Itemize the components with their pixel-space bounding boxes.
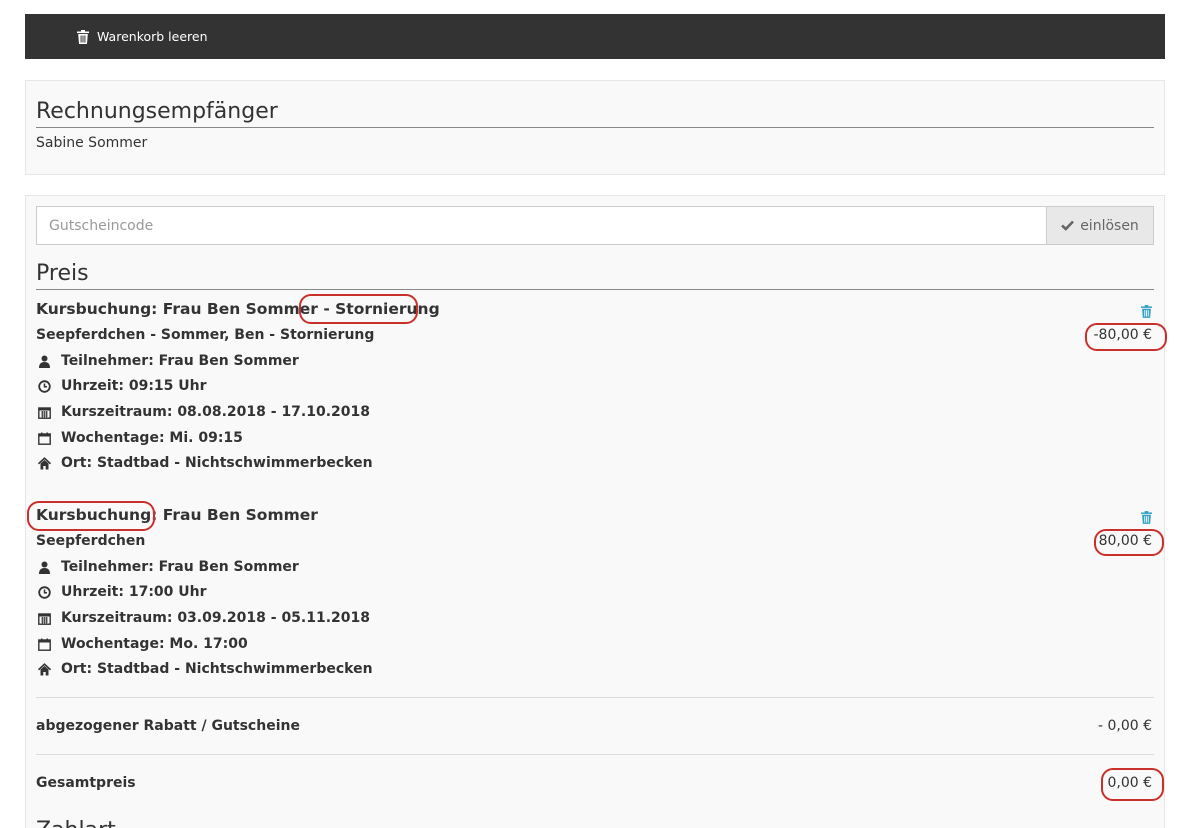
clear-cart-label: Warenkorb leeren [97, 29, 208, 44]
item-title: Kursbuchung: Frau Ben Sommer [36, 506, 318, 524]
recipient-title: Rechnungsempfänger [36, 98, 1154, 128]
item-subtitle: Seepferdchen [36, 533, 146, 549]
calendar-icon [38, 612, 51, 625]
clear-cart-button[interactable]: Warenkorb leeren [77, 29, 208, 44]
redeem-button[interactable]: einlösen [1046, 206, 1154, 245]
price-title: Preis [36, 260, 1154, 290]
trash-icon[interactable] [1141, 305, 1152, 318]
discount-label: abgezogener Rabatt / Gutscheine [36, 718, 300, 734]
item-subtitle: Seepferdchen - Sommer, Ben - Stornierung [36, 327, 375, 343]
recipient-name: Sabine Sommer [36, 135, 148, 151]
item-amount: 80,00 € [1098, 533, 1152, 549]
clock-icon [38, 379, 51, 393]
item-title-main: Kursbuchung: Frau Ben Sommer [36, 506, 318, 524]
item-period: Kurszeitraum: 03.09.2018 - 05.11.2018 [36, 610, 370, 626]
total-label: Gesamtpreis [36, 775, 136, 791]
calendar-icon [38, 406, 51, 419]
price-panel: einlösen Preis Kursbuchung: Frau Ben Som… [25, 195, 1165, 828]
item-location: Ort: Stadtbad - Nichtschwimmerbecken [36, 455, 373, 471]
item-period: Kurszeitraum: 08.08.2018 - 17.10.2018 [36, 404, 370, 420]
item-participant: Teilnehmer: Frau Ben Sommer [36, 559, 299, 575]
total-value: 0,00 € [1107, 775, 1152, 791]
calendar-empty-icon [38, 432, 51, 445]
home-icon [38, 662, 51, 675]
top-toolbar: Warenkorb leeren [25, 14, 1165, 59]
check-icon [1061, 220, 1075, 231]
item-participant: Teilnehmer: Frau Ben Sommer [36, 353, 299, 369]
trash-icon [77, 29, 89, 44]
item-amount: -80,00 € [1093, 327, 1153, 343]
recipient-panel: Rechnungsempfänger Sabine Sommer [25, 80, 1165, 175]
user-icon [39, 355, 50, 368]
home-icon [38, 456, 51, 469]
item-time: Uhrzeit: 09:15 Uhr [36, 378, 207, 394]
item-title-main: Kursbuchung: Frau Ben Sommer [36, 300, 324, 318]
item-location: Ort: Stadtbad - Nichtschwimmerbecken [36, 661, 373, 677]
clock-icon [38, 585, 51, 599]
redeem-label: einlösen [1080, 217, 1139, 234]
item-time: Uhrzeit: 17:00 Uhr [36, 584, 207, 600]
calendar-empty-icon [38, 638, 51, 651]
voucher-group: einlösen [36, 206, 1154, 245]
trash-icon[interactable] [1141, 511, 1152, 524]
item-title-suffix: - Stornierung [323, 300, 440, 318]
item-weekdays: Wochentage: Mi. 09:15 [36, 430, 243, 446]
item-weekdays: Wochentage: Mo. 17:00 [36, 636, 248, 652]
item-title: Kursbuchung: Frau Ben Sommer - Stornieru… [36, 300, 440, 318]
user-icon [39, 561, 50, 574]
voucher-input[interactable] [36, 206, 1046, 245]
payment-title: Zahlart [36, 818, 116, 828]
divider [36, 754, 1154, 755]
divider [36, 697, 1154, 698]
discount-value: - 0,00 € [1097, 718, 1152, 734]
